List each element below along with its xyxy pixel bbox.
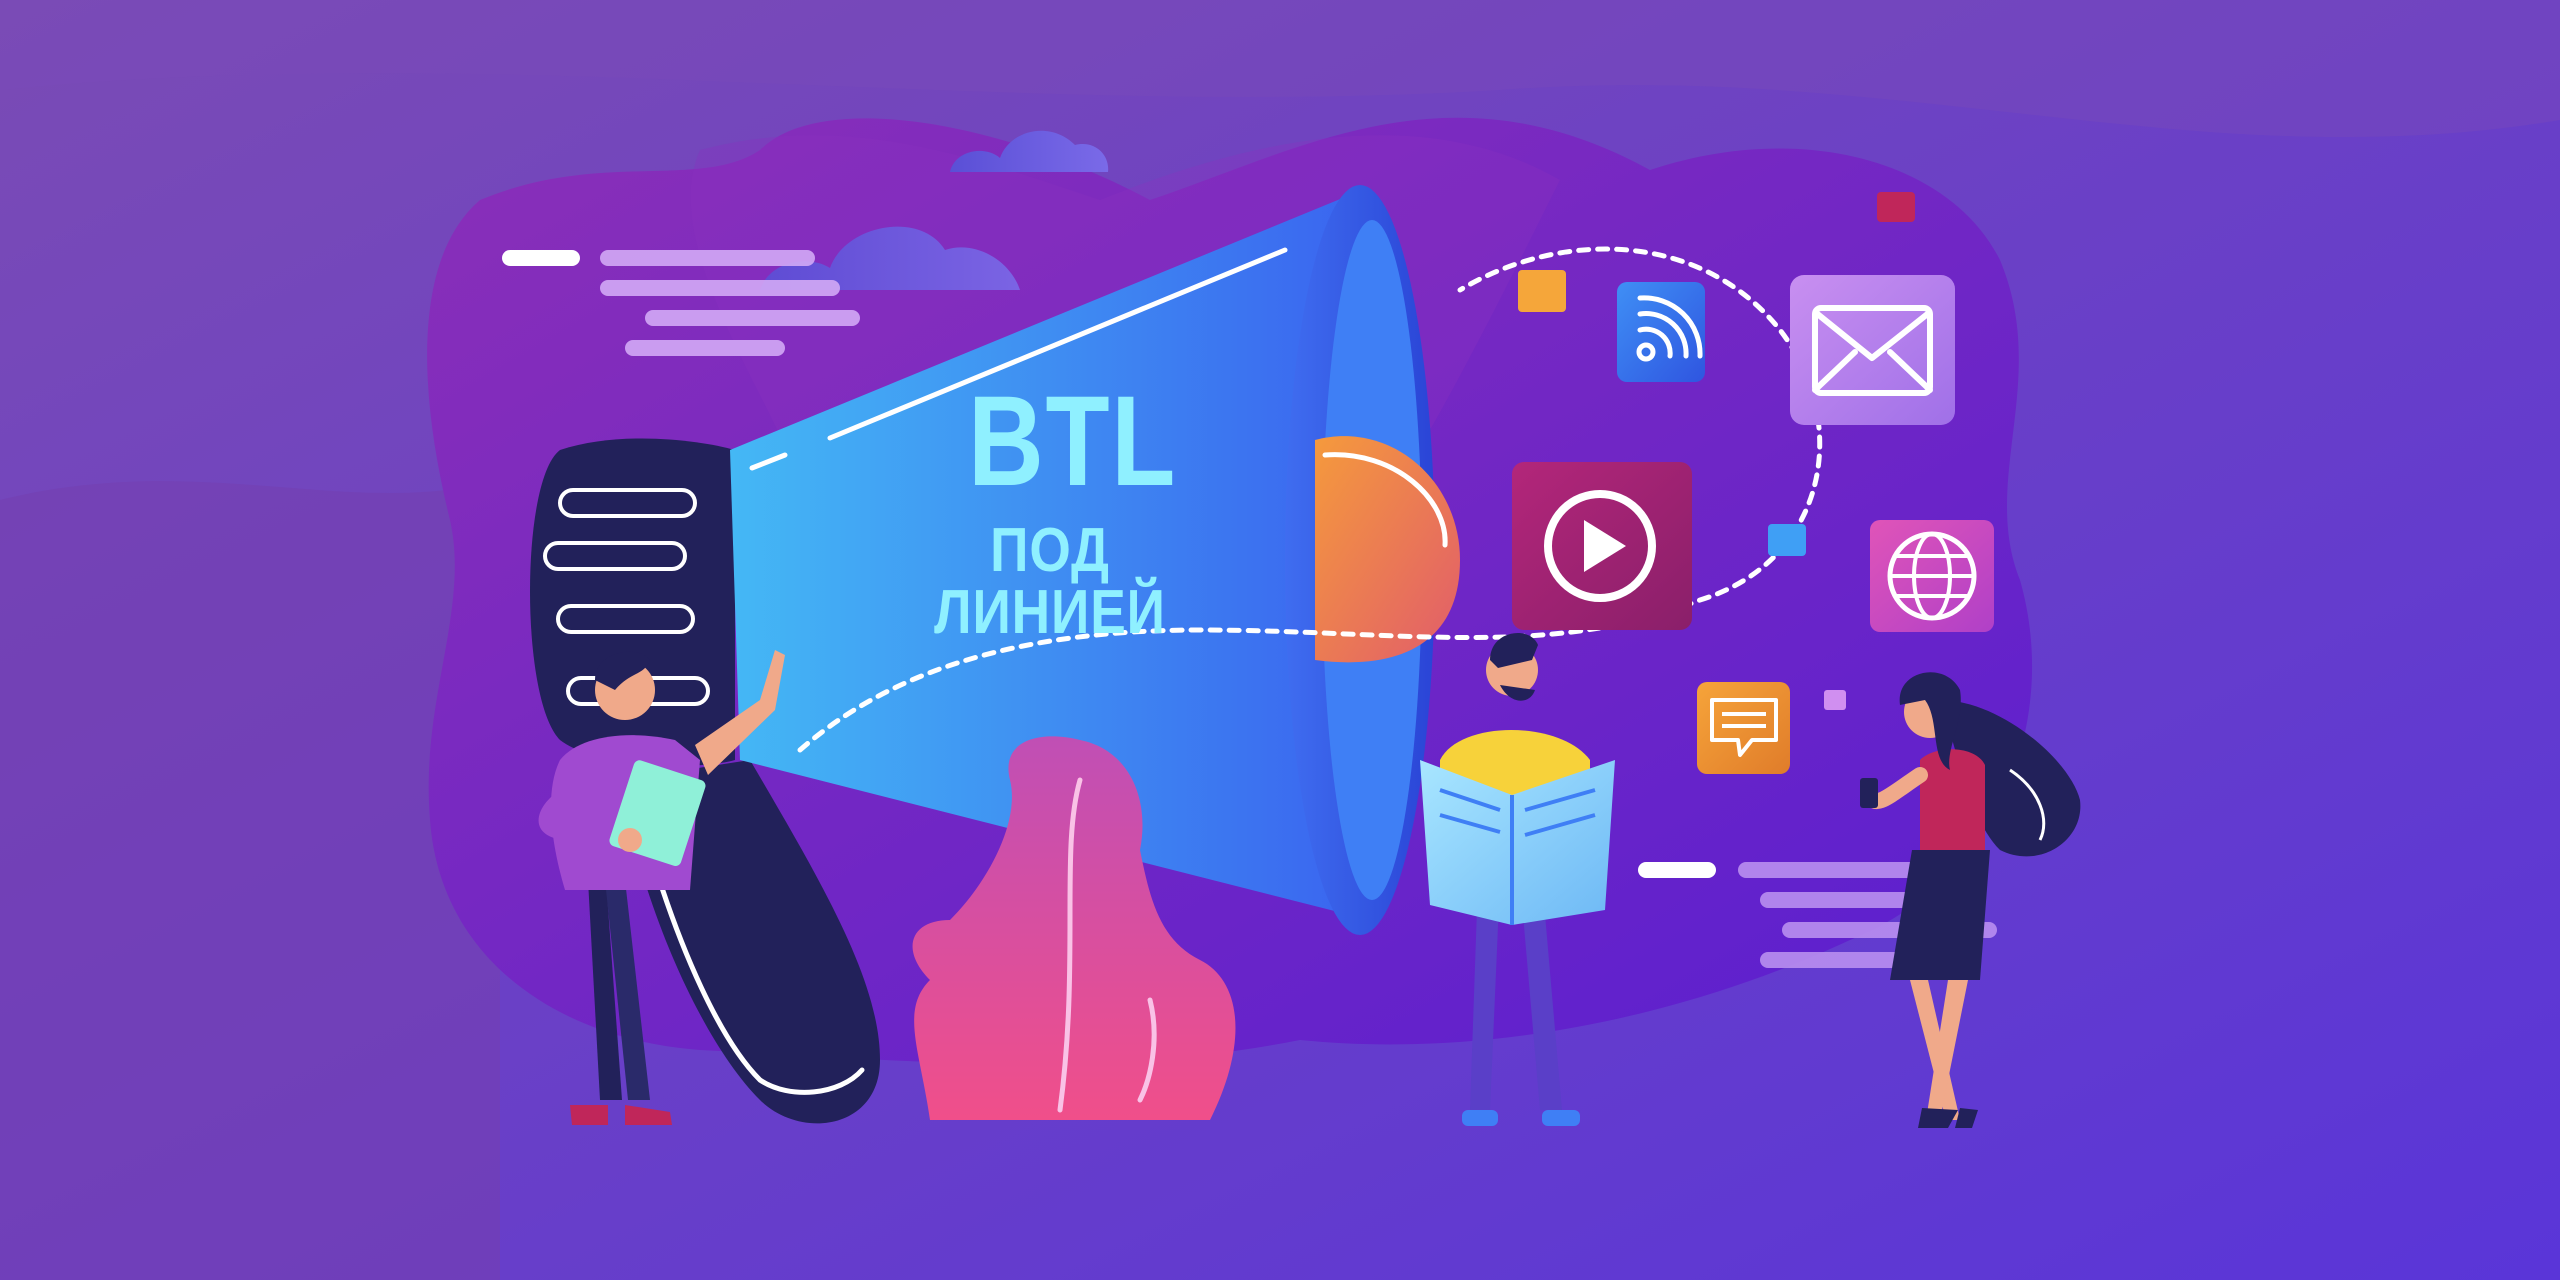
decorative-square <box>1877 192 1915 222</box>
background-wave-left <box>0 480 500 1280</box>
illustration: BTL ПОД ЛИНИЕЙ <box>0 0 2560 1280</box>
decorative-square <box>1768 524 1806 556</box>
chat-icon <box>1697 682 1790 774</box>
mail-icon <box>1790 275 1955 425</box>
decorative-square <box>1824 690 1846 710</box>
wifi-icon <box>1617 282 1705 382</box>
play-icon <box>1512 462 1692 630</box>
decorative-square <box>1518 270 1566 312</box>
globe-icon <box>1870 520 1994 632</box>
scene <box>0 0 2560 1280</box>
